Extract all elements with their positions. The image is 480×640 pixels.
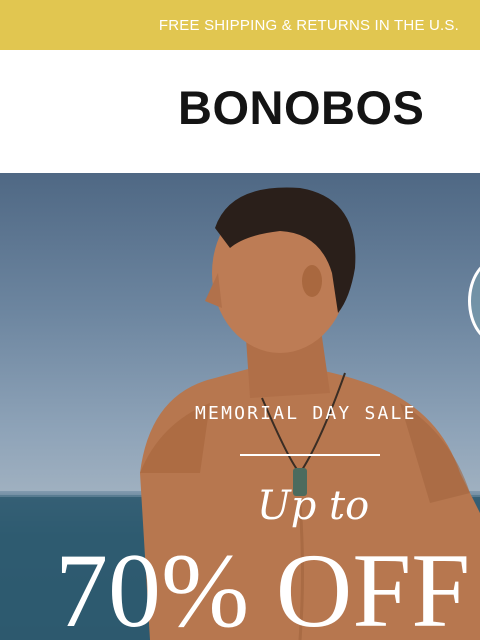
sale-kicker: MEMORIAL DAY SALE bbox=[195, 403, 417, 424]
sale-upto: Up to bbox=[257, 483, 370, 529]
brand-logo[interactable]: BONOBOS bbox=[178, 84, 424, 131]
promo-bar[interactable]: FREE SHIPPING & RETURNS IN THE U.S. bbox=[0, 0, 480, 50]
sale-headline[interactable]: 70% OFF bbox=[55, 538, 470, 640]
divider bbox=[240, 454, 380, 456]
site-header: BONOBOS bbox=[0, 50, 480, 173]
hero-banner[interactable]: MEMORIAL DAY SALE Up to 70% OFF bbox=[0, 173, 480, 640]
hero-text-overlay: MEMORIAL DAY SALE Up to 70% OFF bbox=[0, 173, 480, 640]
promo-text[interactable]: FREE SHIPPING & RETURNS IN THE U.S. bbox=[159, 17, 459, 34]
